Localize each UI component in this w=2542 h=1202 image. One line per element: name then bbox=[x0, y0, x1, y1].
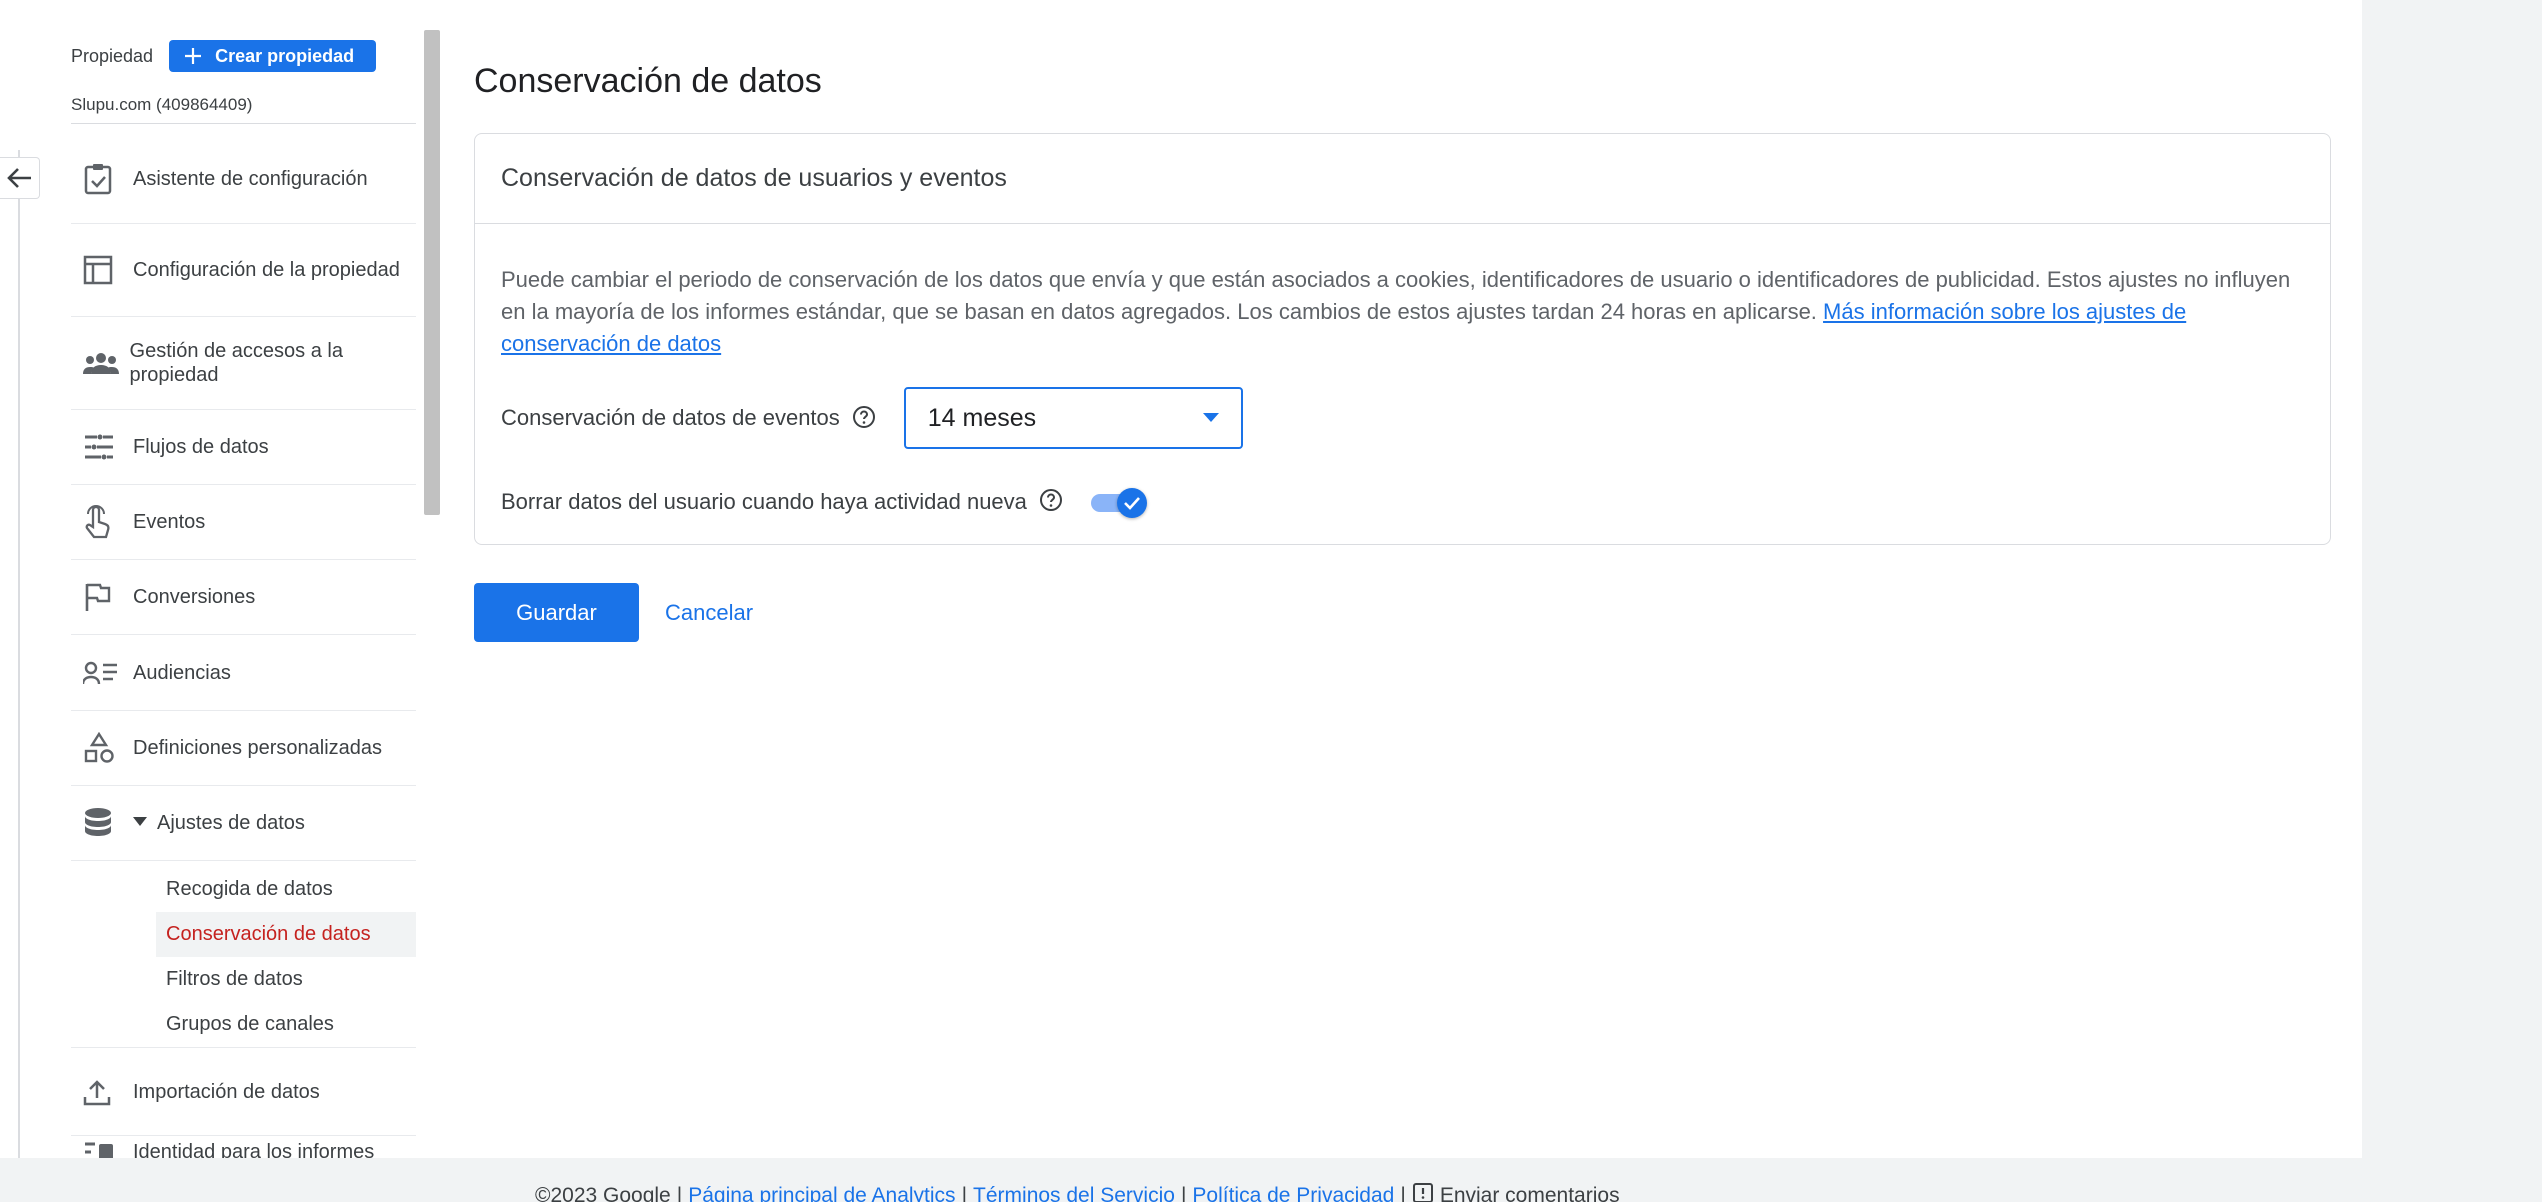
footer: ©2023 Google | Página principal de Analy… bbox=[535, 1182, 1620, 1202]
nav-label: Importación de datos bbox=[133, 1080, 320, 1103]
sub-item-data-collection[interactable]: Recogida de datos bbox=[71, 867, 416, 912]
property-name[interactable]: Slupu.com (409864409) bbox=[71, 95, 252, 115]
audience-icon bbox=[71, 661, 133, 685]
admin-nav: Asistente de configuración Configuración… bbox=[71, 134, 416, 1158]
feedback-icon bbox=[1412, 1182, 1434, 1202]
nav-label: Eventos bbox=[133, 511, 206, 533]
sub-item-data-retention[interactable]: Conservación de datos bbox=[156, 912, 416, 957]
create-property-button[interactable]: Crear propiedad bbox=[169, 40, 377, 72]
database-icon bbox=[71, 807, 133, 839]
upload-icon bbox=[71, 1078, 133, 1106]
caret-down-icon[interactable] bbox=[133, 814, 147, 832]
nav-item-setup-assistant[interactable]: Asistente de configuración bbox=[71, 134, 416, 224]
nav-label: Flujos de datos bbox=[133, 436, 269, 458]
nav-label: Conversiones bbox=[133, 586, 256, 608]
property-label: Propiedad bbox=[71, 45, 154, 66]
nav-label: Gestión de accesos a la propiedad bbox=[129, 340, 343, 386]
nav-item-custom-definitions[interactable]: Definiciones personalizadas bbox=[71, 711, 416, 786]
layout-icon bbox=[71, 255, 133, 285]
nav-item-reporting-identity[interactable]: Identidad para los informes bbox=[71, 1136, 416, 1158]
toggle-knob bbox=[1116, 487, 1147, 518]
form-actions: Guardar Cancelar bbox=[474, 583, 753, 642]
help-icon[interactable] bbox=[852, 405, 876, 434]
footer-separator: | bbox=[1180, 1184, 1187, 1202]
admin-sidebar: Propiedad Crear propiedad Slupu.com (409… bbox=[0, 0, 440, 1158]
footer-privacy-link[interactable]: Política de Privacidad bbox=[1192, 1184, 1394, 1202]
plus-icon bbox=[185, 48, 202, 64]
property-divider bbox=[71, 123, 416, 124]
nav-item-access-management[interactable]: Gestión de accesos a la propiedad bbox=[71, 317, 416, 410]
nav-label: Asistente de configuración bbox=[133, 167, 368, 190]
footer-terms-link[interactable]: Términos del Servicio bbox=[973, 1184, 1175, 1202]
nav-label: Ajustes de datos bbox=[157, 812, 305, 834]
nav-label: Audiencias bbox=[133, 661, 231, 684]
nav-item-events[interactable]: Eventos bbox=[71, 485, 416, 560]
footer-separator: | bbox=[961, 1184, 968, 1202]
footer-copyright: ©2023 Google bbox=[535, 1184, 671, 1202]
create-property-label: Crear propiedad bbox=[215, 45, 355, 66]
nav-item-conversions[interactable]: Conversiones bbox=[71, 560, 416, 635]
shapes-icon bbox=[71, 732, 133, 764]
reset-on-activity-row: Borrar datos del usuario cuando haya act… bbox=[501, 486, 1147, 518]
sub-item-data-filters[interactable]: Filtros de datos bbox=[71, 957, 416, 1002]
retention-card: Conservación de datos de usuarios y even… bbox=[474, 133, 2331, 545]
cancel-button[interactable]: Cancelar bbox=[665, 600, 753, 626]
reset-on-activity-toggle[interactable] bbox=[1089, 487, 1147, 518]
nav-item-data-settings[interactable]: Ajustes de datos bbox=[71, 786, 416, 861]
footer-separator: | bbox=[676, 1184, 683, 1202]
arrow-left-icon bbox=[6, 168, 31, 188]
event-retention-row: Conservación de datos de eventos 14 mese… bbox=[501, 387, 1243, 449]
event-retention-select[interactable]: 14 meses bbox=[903, 387, 1243, 449]
nav-label: Configuración de la propiedad bbox=[133, 259, 400, 281]
streams-icon bbox=[71, 433, 133, 461]
reset-on-activity-label: Borrar datos del usuario cuando haya act… bbox=[501, 488, 1027, 514]
nav-label: Definiciones personalizadas bbox=[133, 737, 383, 759]
nav-item-audiences[interactable]: Audiencias bbox=[71, 635, 416, 711]
identity-icon bbox=[71, 1140, 133, 1158]
people-icon bbox=[71, 351, 130, 375]
back-button[interactable] bbox=[0, 157, 40, 199]
clipboard-check-icon bbox=[71, 163, 133, 195]
card-title: Conservación de datos de usuarios y even… bbox=[475, 134, 2330, 224]
sidebar-divider bbox=[18, 150, 20, 1158]
dropdown-arrow-icon bbox=[1202, 413, 1219, 422]
footer-analytics-home-link[interactable]: Página principal de Analytics bbox=[688, 1184, 955, 1202]
retention-description: Puede cambiar el periodo de conservación… bbox=[501, 264, 2311, 360]
footer-separator: | bbox=[1400, 1184, 1406, 1202]
event-retention-label: Conservación de datos de eventos bbox=[501, 405, 840, 430]
save-button[interactable]: Guardar bbox=[474, 583, 639, 642]
touch-icon bbox=[71, 505, 133, 539]
help-icon[interactable] bbox=[1039, 488, 1063, 517]
nav-item-property-settings[interactable]: Configuración de la propiedad bbox=[71, 224, 416, 317]
page-title: Conservación de datos bbox=[474, 62, 822, 100]
event-retention-value: 14 meses bbox=[927, 403, 1037, 432]
flag-icon bbox=[71, 582, 133, 612]
page: Propiedad Crear propiedad Slupu.com (409… bbox=[0, 0, 2362, 1158]
sidebar-scrollbar[interactable] bbox=[424, 30, 440, 515]
feedback-link[interactable]: Enviar comentarios bbox=[1440, 1184, 1620, 1202]
check-icon bbox=[1123, 496, 1140, 510]
property-header: Propiedad Crear propiedad bbox=[71, 40, 377, 72]
nav-label: Identidad para los informes bbox=[133, 1141, 375, 1158]
sub-item-channel-groups[interactable]: Grupos de canales bbox=[71, 1002, 416, 1048]
nav-item-data-import[interactable]: Importación de datos bbox=[71, 1048, 416, 1136]
nav-item-data-streams[interactable]: Flujos de datos bbox=[71, 410, 416, 485]
